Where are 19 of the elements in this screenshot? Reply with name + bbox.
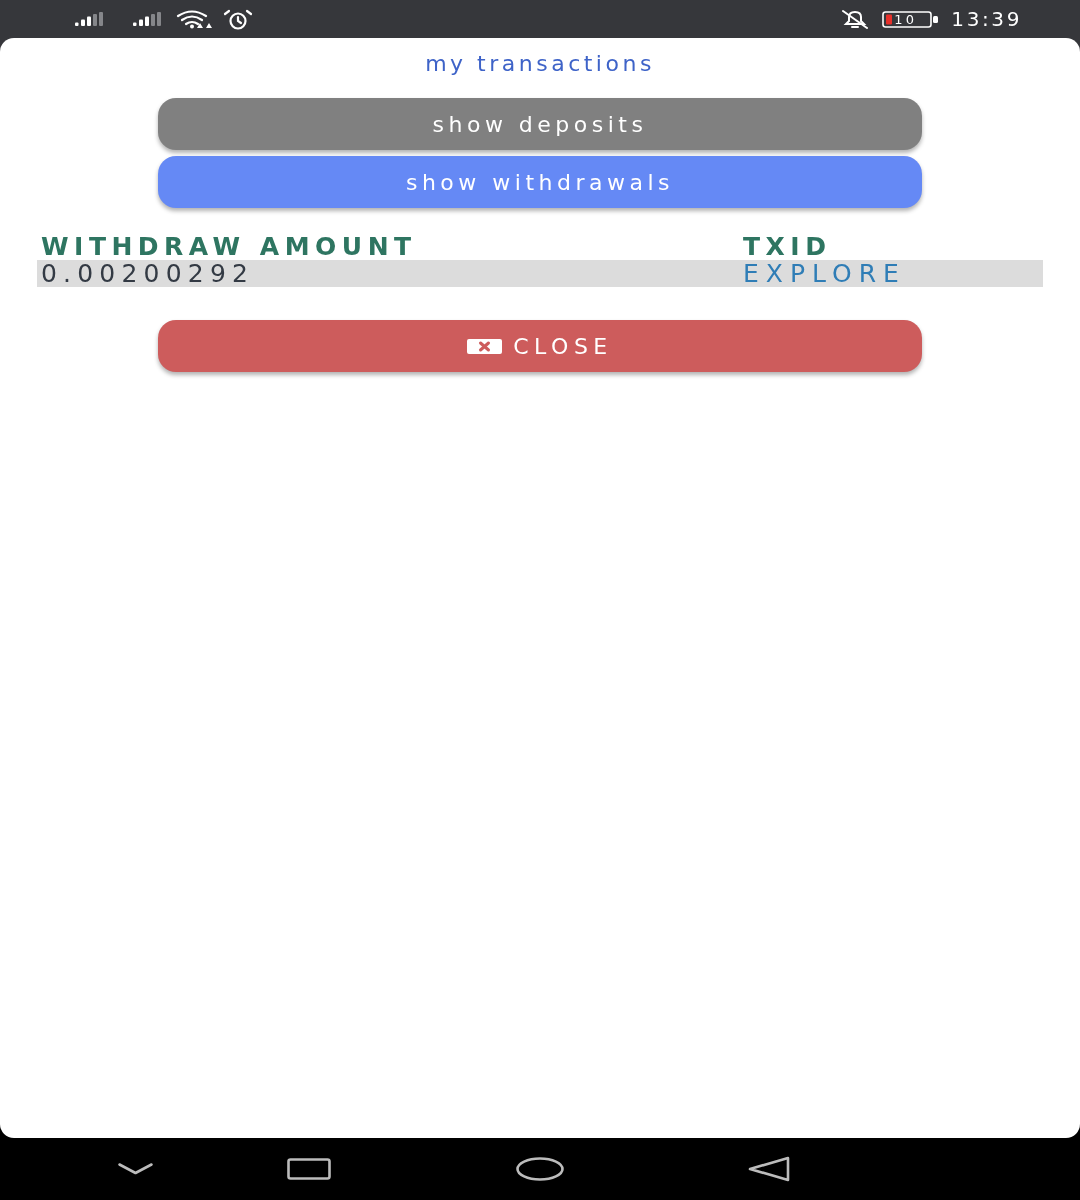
wifi-icon: [176, 9, 212, 29]
explore-link[interactable]: EXPLORE: [743, 260, 906, 287]
bell-off-icon: [840, 9, 871, 29]
close-icon: [467, 338, 503, 354]
dialog-title: my transactions: [425, 50, 655, 78]
filter-button[interactable]: show deposits: [158, 98, 922, 150]
column-header: WITHDRAW AMOUNT: [41, 234, 417, 260]
close-button[interactable]: CLOSE: [158, 320, 922, 372]
battery-level-text: 10: [894, 11, 917, 27]
amount-cell: 0.00200292: [41, 260, 255, 287]
filter-button[interactable]: show withdrawals: [158, 156, 922, 208]
back-icon[interactable]: [748, 1156, 790, 1182]
chevron-down-icon[interactable]: [118, 1163, 153, 1175]
recents-icon[interactable]: [287, 1158, 331, 1180]
battery-icon: [882, 10, 940, 28]
column-header: TXID: [743, 234, 832, 260]
alarm-clock-icon: [223, 8, 253, 30]
home-icon[interactable]: [516, 1157, 564, 1181]
clock-time: 13:39: [951, 7, 1022, 31]
